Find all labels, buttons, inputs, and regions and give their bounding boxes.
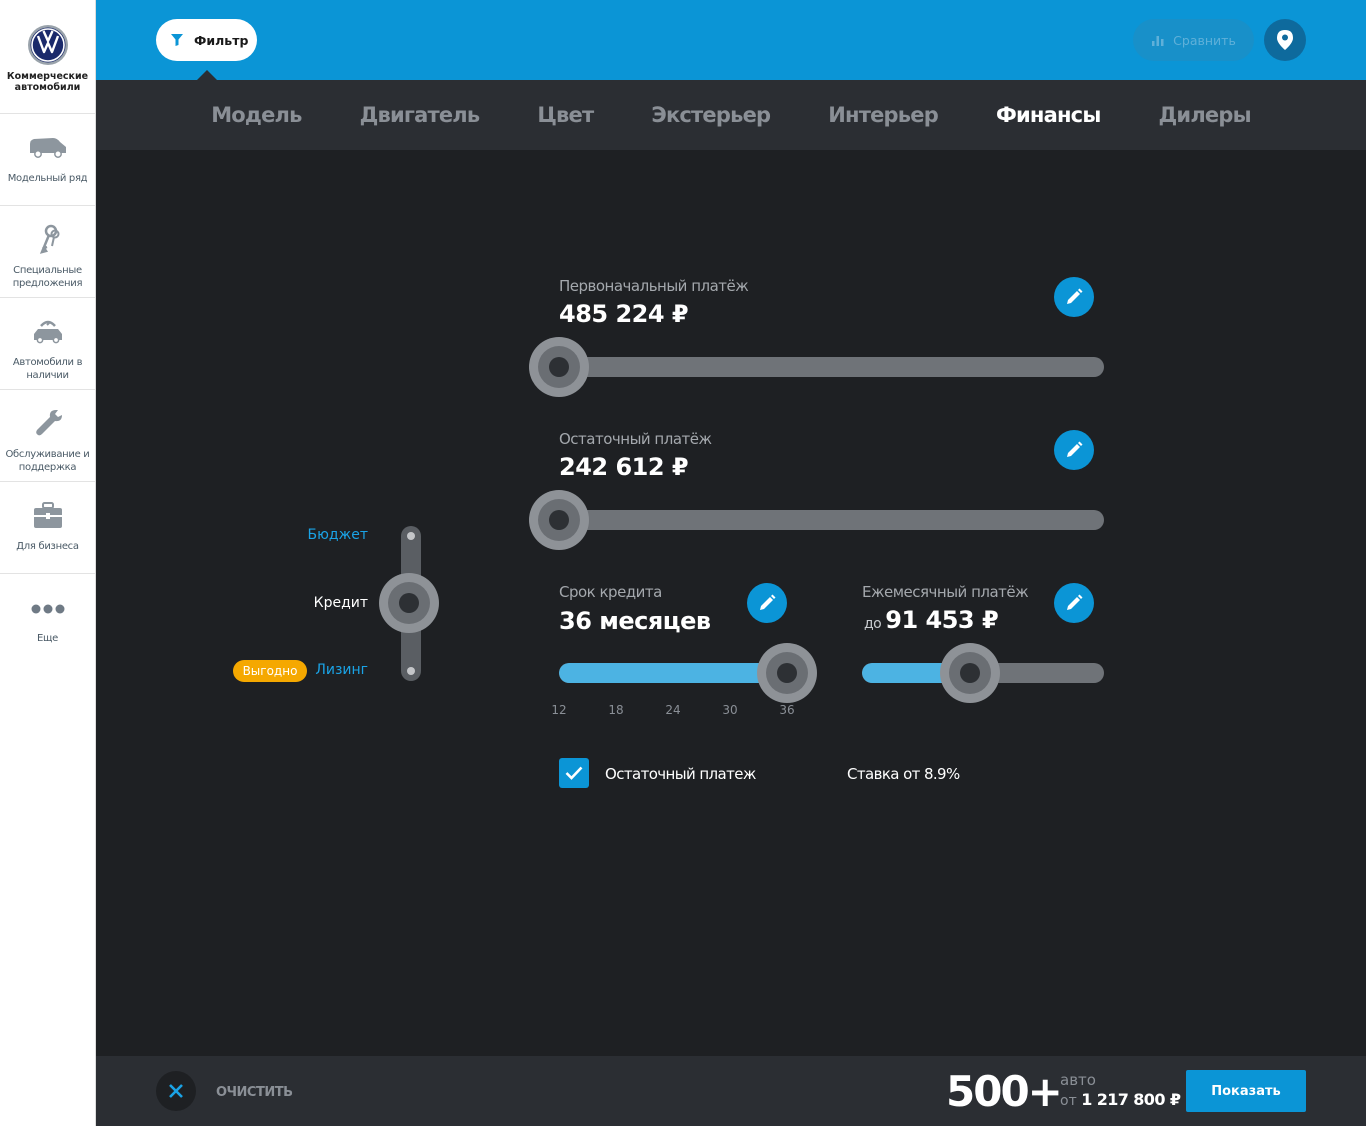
filter-button[interactable]: Фильтр bbox=[156, 19, 257, 61]
pencil-icon bbox=[1067, 594, 1083, 610]
location-button[interactable] bbox=[1264, 19, 1306, 61]
sidebar-item-offers[interactable]: Специальные предложения bbox=[0, 206, 95, 298]
brand-name: Коммерческие автомобили bbox=[6, 71, 89, 93]
result-price-wrap: от 1 217 800 ₽ bbox=[1060, 1090, 1181, 1109]
residual-payment-knob[interactable] bbox=[529, 490, 589, 550]
edit-residual-payment-button[interactable] bbox=[1054, 430, 1094, 470]
sidebar-item-business[interactable]: Для бизнеса bbox=[0, 482, 95, 574]
compare-button[interactable]: Сравнить bbox=[1133, 19, 1254, 61]
result-price-prefix: от bbox=[1060, 1093, 1077, 1109]
tab-exterior[interactable]: Экстерьер bbox=[651, 103, 771, 127]
option-budget[interactable]: Бюджет bbox=[248, 527, 368, 543]
show-results-button[interactable]: Показать bbox=[1186, 1070, 1306, 1112]
residual-payment-label: Остаточный платёж bbox=[559, 430, 712, 448]
tab-engine[interactable]: Двигатель bbox=[360, 103, 481, 127]
monthly-payment-value: 91 453 ₽ bbox=[885, 606, 999, 634]
brand-logo[interactable]: Коммерческие автомобили bbox=[0, 0, 95, 114]
top-bar: Фильтр Сравнить bbox=[96, 0, 1366, 80]
pencil-icon bbox=[1067, 288, 1083, 304]
sidebar-item-models[interactable]: Модельный ряд bbox=[0, 114, 95, 206]
term-value: 36 месяцев bbox=[559, 607, 711, 635]
sidebar-item-label: Для бизнеса bbox=[16, 541, 79, 552]
edit-term-button[interactable] bbox=[747, 583, 787, 623]
briefcase-icon bbox=[33, 502, 62, 528]
van-icon bbox=[29, 138, 66, 158]
filter-icon bbox=[171, 34, 183, 46]
residual-payment-checkbox[interactable] bbox=[559, 758, 589, 788]
down-payment-value: 485 224 ₽ bbox=[559, 300, 689, 328]
monthly-payment-prefix: до bbox=[864, 616, 882, 632]
tab-model[interactable]: Модель bbox=[211, 103, 302, 127]
down-payment-track[interactable] bbox=[529, 357, 1104, 377]
option-credit[interactable]: Кредит bbox=[248, 595, 368, 611]
finance-type-knob[interactable] bbox=[379, 573, 439, 633]
term-label: Срок кредита bbox=[559, 583, 662, 601]
track-stop-dot bbox=[407, 532, 415, 540]
monthly-payment-value-wrap: до 91 453 ₽ bbox=[864, 606, 999, 634]
residual-payment-value: 242 612 ₽ bbox=[559, 453, 689, 481]
down-payment-label: Первоначальный платёж bbox=[559, 277, 749, 295]
sidebar-item-label: Автомобили в наличии bbox=[12, 357, 83, 381]
pencil-icon bbox=[760, 594, 776, 610]
residual-payment-checkbox-label[interactable]: Остаточный платеж bbox=[605, 765, 756, 783]
more-dots-icon bbox=[31, 604, 64, 614]
tab-dealers[interactable]: Дилеры bbox=[1159, 103, 1252, 127]
term-tick: 24 bbox=[665, 703, 681, 717]
result-price: 1 217 800 ₽ bbox=[1081, 1090, 1181, 1109]
close-icon bbox=[169, 1084, 183, 1098]
tab-finance[interactable]: Финансы bbox=[996, 103, 1101, 127]
filter-label: Фильтр bbox=[194, 32, 249, 48]
edit-down-payment-button[interactable] bbox=[1054, 277, 1094, 317]
category-tabs: Модель Двигатель Цвет Экстерьер Интерьер… bbox=[96, 80, 1366, 150]
result-count: 500+ bbox=[946, 1067, 1063, 1116]
car-stock-icon bbox=[33, 320, 62, 344]
track-stop-dot bbox=[407, 667, 415, 675]
term-tick: 12 bbox=[551, 703, 567, 717]
wrench-icon bbox=[35, 410, 62, 436]
monthly-payment-knob[interactable] bbox=[940, 643, 1001, 703]
option-leasing[interactable]: Лизинг bbox=[248, 662, 368, 678]
monthly-payment-label: Ежемесячный платёж bbox=[862, 583, 1029, 601]
sidebar-item-more[interactable]: Еще bbox=[0, 574, 95, 666]
bottom-bar: ОЧИСТИТЬ 500+ авто от 1 217 800 ₽ Показа… bbox=[96, 1056, 1366, 1126]
sidebar-item-label: Обслуживание и поддержка bbox=[5, 449, 90, 473]
residual-payment-track[interactable] bbox=[529, 510, 1104, 530]
keys-icon bbox=[39, 224, 59, 254]
sidebar-item-in-stock[interactable]: Автомобили в наличии bbox=[0, 298, 95, 390]
sidebar: Коммерческие автомобили Модельный ряд Сп… bbox=[0, 0, 96, 1126]
clear-label[interactable]: ОЧИСТИТЬ bbox=[216, 1085, 293, 1100]
vw-logo-icon bbox=[27, 25, 68, 65]
pencil-icon bbox=[1067, 441, 1083, 457]
filter-pointer bbox=[197, 70, 217, 80]
sidebar-item-label: Еще bbox=[37, 633, 58, 644]
term-tick: 36 bbox=[779, 703, 795, 717]
result-unit: авто bbox=[1060, 1071, 1096, 1089]
tab-color[interactable]: Цвет bbox=[537, 103, 594, 127]
term-tick: 18 bbox=[608, 703, 624, 717]
down-payment-knob[interactable] bbox=[529, 337, 589, 397]
sidebar-item-label: Специальные предложения bbox=[12, 265, 83, 289]
term-tick: 30 bbox=[722, 703, 738, 717]
sidebar-item-label: Модельный ряд bbox=[7, 173, 88, 184]
sidebar-item-service[interactable]: Обслуживание и поддержка bbox=[0, 390, 95, 482]
edit-monthly-payment-button[interactable] bbox=[1054, 583, 1094, 623]
term-knob[interactable] bbox=[757, 643, 817, 703]
location-pin-icon bbox=[1277, 30, 1293, 50]
interest-rate: Ставка от 8.9% bbox=[847, 765, 960, 783]
tab-interior[interactable]: Интерьер bbox=[828, 103, 938, 127]
clear-button[interactable] bbox=[156, 1071, 196, 1111]
checkmark-icon bbox=[565, 766, 583, 780]
bar-chart-icon bbox=[1152, 36, 1164, 46]
compare-label: Сравнить bbox=[1173, 32, 1236, 48]
